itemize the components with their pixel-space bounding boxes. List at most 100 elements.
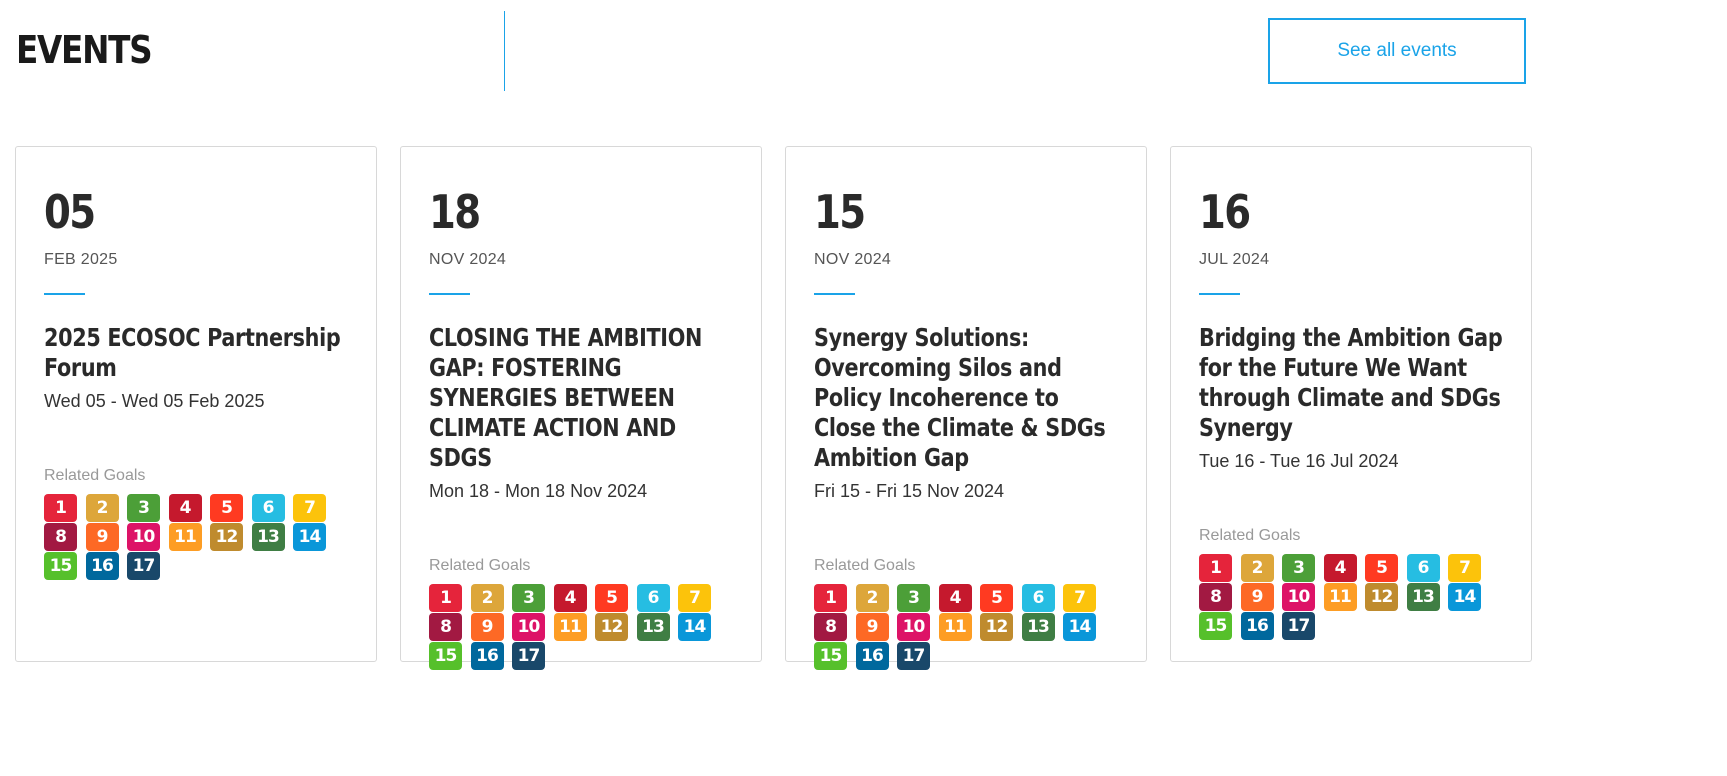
accent-rule (1199, 293, 1240, 295)
event-month: NOV 2024 (429, 251, 507, 268)
sdg-goal-11-icon[interactable]: 11 (553, 613, 587, 641)
sdg-goal-9-icon[interactable]: 9 (1240, 583, 1274, 611)
sdg-goal-4-icon[interactable]: 4 (168, 494, 202, 522)
sdg-goal-10-icon[interactable]: 10 (512, 613, 545, 641)
sdg-goal-16-icon[interactable]: 16 (85, 552, 119, 580)
sdg-goal-10-icon[interactable]: 10 (897, 613, 930, 641)
sdg-goal-2-icon[interactable]: 2 (470, 584, 504, 612)
sdg-goal-13-icon[interactable]: 13 (251, 523, 285, 551)
sdg-goal-16-icon[interactable]: 16 (470, 642, 504, 670)
related-goals-label: Related Goals (429, 557, 531, 574)
sdg-goal-7-icon[interactable]: 7 (293, 494, 326, 522)
sdg-goal-6-icon[interactable]: 6 (1406, 554, 1440, 582)
event-title[interactable]: Synergy Solutions: Overcoming Silos and … (814, 323, 1121, 473)
sdg-goal-6-icon[interactable]: 6 (636, 584, 670, 612)
sdg-goal-12-icon[interactable]: 12 (595, 613, 628, 641)
sdg-goal-5-icon[interactable]: 5 (595, 584, 628, 612)
sdg-goal-4-icon[interactable]: 4 (1323, 554, 1357, 582)
sdg-goal-8-icon[interactable]: 8 (814, 613, 847, 641)
see-all-events-button[interactable]: See all events (1268, 18, 1526, 84)
sdg-goal-6-icon[interactable]: 6 (251, 494, 285, 522)
sdg-goal-9-icon[interactable]: 9 (855, 613, 889, 641)
sdg-goal-8-icon[interactable]: 8 (1199, 583, 1232, 611)
sdg-goal-17-icon[interactable]: 17 (127, 552, 160, 580)
event-day: 16 (1199, 185, 1251, 239)
event-dates: Tue 16 - Tue 16 Jul 2024 (1199, 451, 1399, 471)
event-day: 15 (814, 185, 866, 239)
sdg-goal-14-icon[interactable]: 14 (1448, 583, 1481, 611)
sdg-goal-13-icon[interactable]: 13 (1021, 613, 1055, 641)
sdg-goal-14-icon[interactable]: 14 (1063, 613, 1096, 641)
goal-icons: 1 2 3 4 5 6 7 8 9 10 11 12 13 14 15 16 17 (429, 584, 729, 671)
event-title[interactable]: Bridging the Ambition Gap for the Future… (1199, 323, 1506, 443)
sdg-goal-1-icon[interactable]: 1 (44, 494, 77, 522)
sdg-goal-8-icon[interactable]: 8 (429, 613, 462, 641)
header-divider (504, 11, 505, 91)
sdg-goal-5-icon[interactable]: 5 (1365, 554, 1398, 582)
sdg-goal-9-icon[interactable]: 9 (85, 523, 119, 551)
goal-icons: 1 2 3 4 5 6 7 8 9 10 11 12 13 14 15 16 17 (814, 584, 1114, 671)
sdg-goal-14-icon[interactable]: 14 (678, 613, 711, 641)
sdg-goal-2-icon[interactable]: 2 (1240, 554, 1274, 582)
event-month: NOV 2024 (814, 251, 892, 268)
event-card[interactable]: 18 NOV 2024 CLOSING THE AMBITION GAP: FO… (400, 146, 762, 670)
related-goals-label: Related Goals (44, 467, 146, 484)
sdg-goal-1-icon[interactable]: 1 (429, 584, 462, 612)
sdg-goal-13-icon[interactable]: 13 (1406, 583, 1440, 611)
event-card[interactable]: 15 NOV 2024 Synergy Solutions: Overcomin… (785, 146, 1147, 670)
sdg-goal-13-icon[interactable]: 13 (636, 613, 670, 641)
sdg-goal-15-icon[interactable]: 15 (1199, 612, 1232, 640)
event-title[interactable]: CLOSING THE AMBITION GAP: FOSTERING SYNE… (429, 323, 736, 473)
sdg-goal-2-icon[interactable]: 2 (85, 494, 119, 522)
event-title[interactable]: 2025 ECOSOC Partnership Forum (44, 323, 351, 383)
event-card[interactable]: 16 JUL 2024 Bridging the Ambition Gap fo… (1170, 146, 1532, 662)
sdg-goal-6-icon[interactable]: 6 (1021, 584, 1055, 612)
goal-icons: 1 2 3 4 5 6 7 8 9 10 11 12 13 14 15 16 17 (1199, 554, 1499, 641)
sdg-goal-9-icon[interactable]: 9 (470, 613, 504, 641)
sdg-goal-7-icon[interactable]: 7 (1448, 554, 1481, 582)
sdg-goal-5-icon[interactable]: 5 (980, 584, 1013, 612)
event-month: JUL 2024 (1199, 251, 1270, 268)
sdg-goal-15-icon[interactable]: 15 (814, 642, 847, 670)
accent-rule (814, 293, 855, 295)
sdg-goal-2-icon[interactable]: 2 (855, 584, 889, 612)
sdg-goal-17-icon[interactable]: 17 (512, 642, 545, 670)
sdg-goal-12-icon[interactable]: 12 (1365, 583, 1398, 611)
sdg-goal-15-icon[interactable]: 15 (429, 642, 462, 670)
sdg-goal-8-icon[interactable]: 8 (44, 523, 77, 551)
sdg-goal-12-icon[interactable]: 12 (980, 613, 1013, 641)
sdg-goal-10-icon[interactable]: 10 (127, 523, 160, 551)
sdg-goal-3-icon[interactable]: 3 (512, 584, 545, 612)
related-goals-label: Related Goals (814, 557, 916, 574)
event-day: 18 (429, 185, 481, 239)
event-month: FEB 2025 (44, 251, 118, 268)
sdg-goal-3-icon[interactable]: 3 (1282, 554, 1315, 582)
sdg-goal-16-icon[interactable]: 16 (855, 642, 889, 670)
sdg-goal-3-icon[interactable]: 3 (127, 494, 160, 522)
sdg-goal-11-icon[interactable]: 11 (1323, 583, 1357, 611)
event-dates: Wed 05 - Wed 05 Feb 2025 (44, 391, 265, 411)
sdg-goal-7-icon[interactable]: 7 (1063, 584, 1096, 612)
sdg-goal-4-icon[interactable]: 4 (553, 584, 587, 612)
goal-icons: 1 2 3 4 5 6 7 8 9 10 11 12 13 14 15 16 17 (44, 494, 344, 581)
sdg-goal-4-icon[interactable]: 4 (938, 584, 972, 612)
sdg-goal-7-icon[interactable]: 7 (678, 584, 711, 612)
events-list: 05 FEB 2025 2025 ECOSOC Partnership Foru… (15, 146, 1532, 670)
sdg-goal-12-icon[interactable]: 12 (210, 523, 243, 551)
sdg-goal-17-icon[interactable]: 17 (897, 642, 930, 670)
event-card[interactable]: 05 FEB 2025 2025 ECOSOC Partnership Foru… (15, 146, 377, 662)
event-dates: Fri 15 - Fri 15 Nov 2024 (814, 481, 1005, 501)
sdg-goal-11-icon[interactable]: 11 (168, 523, 202, 551)
sdg-goal-5-icon[interactable]: 5 (210, 494, 243, 522)
sdg-goal-14-icon[interactable]: 14 (293, 523, 326, 551)
related-goals-label: Related Goals (1199, 527, 1301, 544)
sdg-goal-15-icon[interactable]: 15 (44, 552, 77, 580)
sdg-goal-1-icon[interactable]: 1 (1199, 554, 1232, 582)
sdg-goal-3-icon[interactable]: 3 (897, 584, 930, 612)
sdg-goal-10-icon[interactable]: 10 (1282, 583, 1315, 611)
sdg-goal-16-icon[interactable]: 16 (1240, 612, 1274, 640)
accent-rule (429, 293, 470, 295)
sdg-goal-17-icon[interactable]: 17 (1282, 612, 1315, 640)
sdg-goal-1-icon[interactable]: 1 (814, 584, 847, 612)
sdg-goal-11-icon[interactable]: 11 (938, 613, 972, 641)
